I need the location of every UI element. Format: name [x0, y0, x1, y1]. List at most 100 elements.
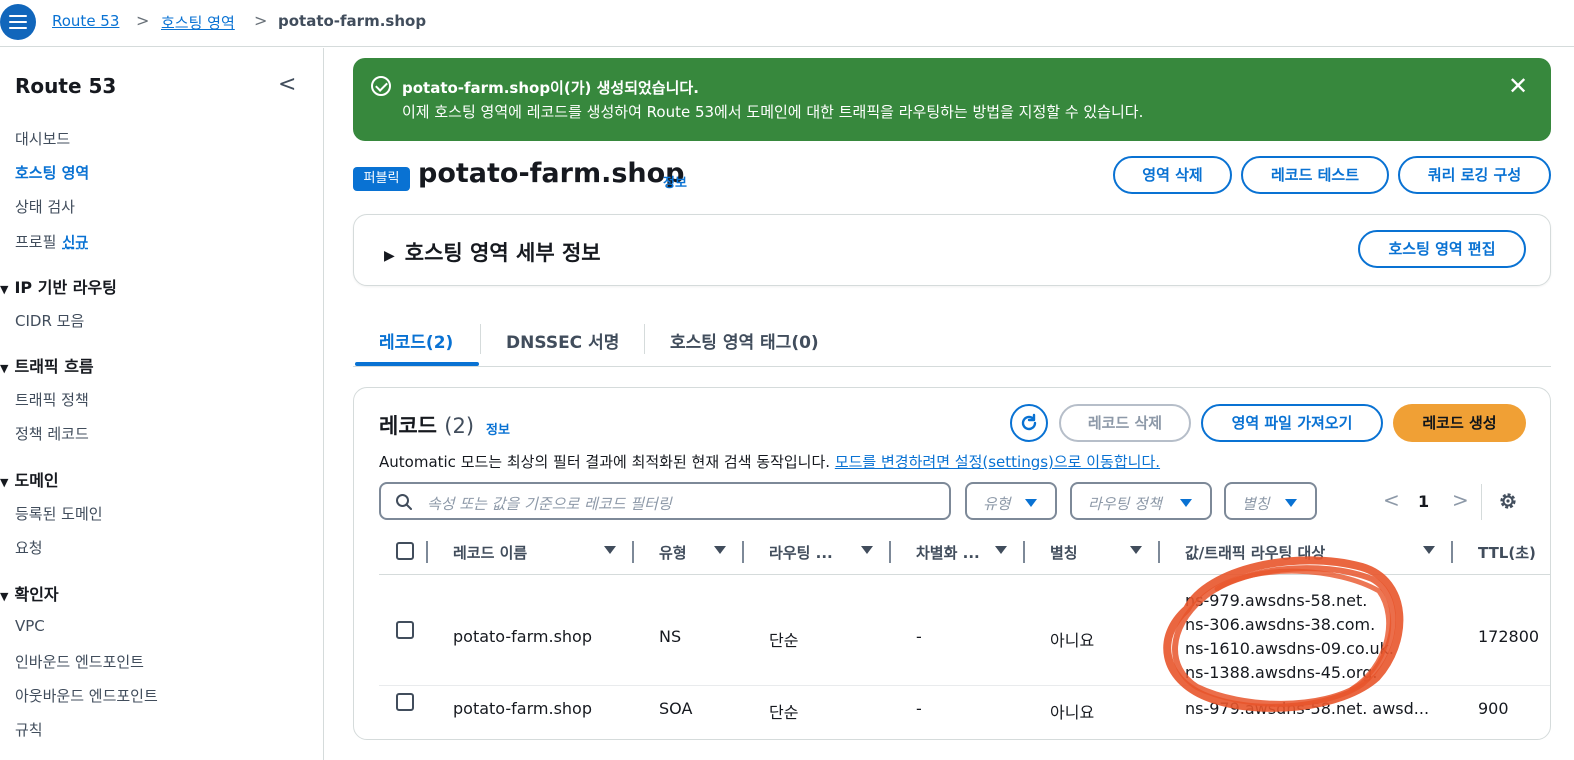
sidebar-item-health-checks[interactable]: 상태 검사	[15, 196, 75, 217]
refresh-button[interactable]	[1010, 404, 1048, 442]
annotation-scribble	[1163, 556, 1404, 712]
records-title-label: 레코드	[379, 414, 437, 438]
column-header-record-name[interactable]: 레코드 이름	[453, 542, 527, 563]
page-title: potato-farm.shop	[418, 158, 685, 189]
previous-page-icon[interactable]: <	[1383, 488, 1400, 512]
row-checkbox[interactable]	[396, 693, 414, 711]
sidebar-group-label: IP 기반 라우팅	[14, 278, 117, 297]
column-header-differentiator[interactable]: 차별화 ...	[916, 542, 980, 563]
sidebar-item-dashboard[interactable]: 대시보드	[15, 128, 70, 149]
record-type-cell: NS	[659, 627, 682, 646]
routing-policy-cell: 단순	[769, 631, 799, 650]
settings-link[interactable]: 모드를 변경하려면 설정(settings)으로 이동합니다.	[835, 453, 1160, 471]
flash-title: potato-farm.shop이(가) 생성되었습니다.	[402, 79, 699, 97]
column-divider	[889, 541, 891, 563]
details-toggle[interactable]: ▶ 호스팅 영역 세부 정보	[384, 237, 601, 267]
sidebar-item-profiles[interactable]: 프로필 신규	[15, 231, 88, 252]
sidebar-group-traffic-flow[interactable]: ▼ 트래픽 흐름	[0, 353, 94, 377]
sidebar-item-hosted-zones[interactable]: 호스팅 영역	[15, 162, 89, 183]
delete-zone-button[interactable]: 영역 삭제	[1113, 156, 1232, 194]
sidebar-group-ip-routing[interactable]: ▼ IP 기반 라우팅	[0, 274, 117, 298]
current-page-number[interactable]: 1	[1418, 492, 1429, 511]
info-link[interactable]: 정보	[663, 172, 687, 191]
sidebar-group-label: 확인자	[14, 585, 59, 604]
sidebar-item-traffic-policy[interactable]: 트래픽 정책	[15, 389, 89, 410]
sidebar-item-inbound-endpoints[interactable]: 인바운드 엔드포인트	[15, 651, 144, 672]
delete-record-button[interactable]: 레코드 삭제	[1059, 404, 1191, 442]
row-checkbox[interactable]	[396, 621, 414, 639]
caret-down-icon: ▼	[0, 476, 9, 489]
search-icon	[396, 494, 412, 510]
alias-cell: 아니요	[1050, 703, 1095, 722]
sidebar-item-rules[interactable]: 규칙	[15, 719, 43, 740]
column-divider	[742, 541, 744, 563]
new-badge: 신규	[62, 235, 89, 251]
close-icon[interactable]: ✕	[1508, 72, 1528, 100]
sidebar-item-policy-records[interactable]: 정책 레코드	[15, 423, 89, 444]
tab-hosted-zone-tags[interactable]: 호스팅 영역 태그(0)	[670, 328, 819, 353]
sidebar-item-registered-domains[interactable]: 등록된 도메인	[15, 503, 103, 524]
gear-icon[interactable]	[1497, 490, 1519, 512]
sort-icon[interactable]	[604, 546, 616, 554]
next-page-icon[interactable]: >	[1452, 488, 1469, 512]
breadcrumb-route53[interactable]: Route 53	[52, 12, 119, 30]
create-record-button[interactable]: 레코드 생성	[1393, 404, 1526, 442]
import-zone-file-button[interactable]: 영역 파일 가져오기	[1201, 404, 1383, 442]
sidebar-group-label: 도메인	[14, 471, 59, 490]
records-count: (2)	[444, 414, 475, 438]
select-all-checkbox[interactable]	[396, 542, 414, 560]
routing-policy-filter-select[interactable]: 라우팅 정책	[1070, 482, 1212, 520]
sidebar-title: Route 53	[15, 74, 117, 98]
breadcrumb-current: potato-farm.shop	[278, 12, 427, 30]
column-header-type[interactable]: 유형	[659, 542, 687, 563]
sidebar-item-outbound-endpoints[interactable]: 아웃바운드 엔드포인트	[15, 685, 158, 706]
tab-divider	[644, 324, 645, 354]
type-filter-select[interactable]: 유형	[965, 482, 1057, 520]
caret-down-icon: ▼	[0, 590, 9, 603]
sort-icon[interactable]	[1423, 546, 1435, 554]
configure-query-logging-button[interactable]: 쿼리 로깅 구성	[1398, 156, 1551, 194]
check-circle-icon	[371, 76, 391, 96]
record-name-cell[interactable]: potato-farm.shop	[453, 699, 592, 718]
column-divider	[1451, 541, 1453, 563]
sidebar-group-label: 트래픽 흐름	[14, 357, 94, 376]
public-badge: 퍼블릭	[353, 167, 410, 191]
sidebar-item-label: 프로필	[15, 233, 57, 251]
tab-list: 레코드(2) DNSSEC 서명 호스팅 영역 태그(0)	[353, 318, 1551, 367]
hosted-zone-details-panel: ▶ 호스팅 영역 세부 정보 호스팅 영역 편집	[353, 214, 1551, 286]
sort-icon[interactable]	[861, 546, 873, 554]
test-record-button[interactable]: 레코드 테스트	[1241, 156, 1389, 194]
breadcrumb-separator: >	[254, 11, 268, 30]
caret-down-icon	[1025, 499, 1037, 507]
column-divider	[426, 541, 428, 563]
sidebar-group-resolver[interactable]: ▼ 확인자	[0, 581, 59, 605]
sort-icon[interactable]	[995, 546, 1007, 554]
tab-records[interactable]: 레코드(2)	[379, 328, 453, 353]
collapse-icon[interactable]: <	[278, 72, 296, 97]
tab-divider	[480, 324, 481, 354]
success-flashbar: potato-farm.shop이(가) 생성되었습니다. 이제 호스팅 영역에…	[353, 58, 1551, 141]
search-placeholder: 속성 또는 값을 기준으로 레코드 필터링	[427, 495, 672, 513]
sort-icon[interactable]	[1130, 546, 1142, 554]
sidebar-group-domains[interactable]: ▼ 도메인	[0, 467, 59, 491]
edit-hosted-zone-button[interactable]: 호스팅 영역 편집	[1358, 230, 1526, 268]
column-header-ttl[interactable]: TTL(초)	[1478, 542, 1536, 563]
records-info-link[interactable]: 정보	[486, 419, 510, 438]
differentiator-cell: -	[916, 699, 922, 718]
record-name-cell[interactable]: potato-farm.shop	[453, 627, 592, 646]
column-header-routing-policy[interactable]: 라우팅 ...	[769, 542, 833, 563]
alias-filter-select[interactable]: 별칭	[1224, 482, 1317, 520]
sidebar-item-requests[interactable]: 요청	[15, 537, 43, 558]
sort-icon[interactable]	[714, 546, 726, 554]
breadcrumb-hosted-zones[interactable]: 호스팅 영역	[161, 12, 235, 33]
pagination-divider	[1481, 484, 1482, 520]
alias-cell: 아니요	[1050, 631, 1095, 650]
caret-down-icon: ▼	[0, 283, 9, 296]
record-filter-input[interactable]: 속성 또는 값을 기준으로 레코드 필터링	[379, 482, 951, 520]
sidebar-item-cidr[interactable]: CIDR 모음	[15, 310, 84, 331]
sidebar-item-vpc[interactable]: VPC	[15, 617, 45, 635]
tab-dnssec[interactable]: DNSSEC 서명	[506, 328, 619, 353]
ttl-cell: 172800	[1478, 627, 1540, 646]
menu-icon[interactable]	[0, 4, 36, 40]
column-header-alias[interactable]: 별칭	[1050, 542, 1078, 563]
